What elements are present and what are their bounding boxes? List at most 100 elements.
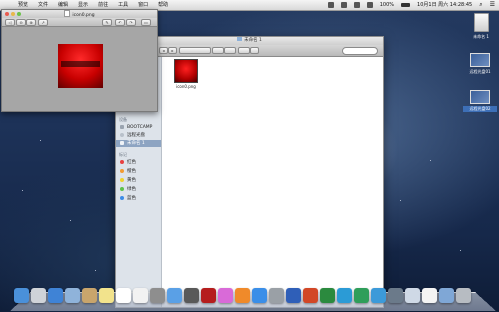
lync-icon[interactable]	[354, 288, 369, 303]
photo-booth-icon[interactable]	[150, 288, 165, 303]
finder-icon[interactable]	[14, 288, 29, 303]
document-icon[interactable]	[422, 288, 437, 303]
facetime-icon[interactable]	[184, 288, 199, 303]
desktop-screen-icon-2[interactable]: 远程光盘02	[463, 90, 497, 112]
blue-tag-icon	[120, 195, 124, 200]
desktop: 预览 文件 编辑 显示 前往 工具 窗口 帮助 100% 10月1日 周六 14…	[0, 0, 499, 312]
bluetooth-icon[interactable]	[340, 2, 347, 8]
zoom-out-button[interactable]: ⊖	[16, 19, 26, 26]
sidebar-toggle-button[interactable]: ◁	[5, 19, 15, 26]
sidebar-item-bootcamp[interactable]: BOOTCAMP	[120, 124, 152, 131]
messenger-icon[interactable]	[371, 288, 386, 303]
arrange-button[interactable]	[212, 47, 224, 54]
safari-icon[interactable]	[48, 288, 63, 303]
red-tag-icon	[120, 159, 124, 164]
itunes-icon[interactable]	[218, 288, 233, 303]
volume-icon[interactable]	[366, 2, 373, 8]
system-prefs-icon[interactable]	[269, 288, 284, 303]
rotate-left-button[interactable]: ↶	[115, 19, 125, 26]
sidebar-tag-green[interactable]: 绿色	[120, 186, 136, 193]
green-tag-icon	[120, 186, 124, 191]
minimize-button[interactable]	[11, 12, 15, 16]
sidebar-label: 红色	[127, 160, 136, 165]
zoom-button[interactable]	[17, 12, 21, 16]
word-icon[interactable]	[286, 288, 301, 303]
sidebar-tag-yellow[interactable]: 黄色	[120, 177, 136, 184]
file-name: icon0.png	[176, 84, 196, 89]
desktop-screen-label-1: 远程光盘01	[469, 69, 491, 74]
desktop-screen-label-2: 远程光盘02	[463, 106, 497, 112]
sidebar-tag-red[interactable]: 红色	[120, 159, 136, 166]
sidebar-item-remote-disc[interactable]: 远程光盘	[120, 132, 145, 139]
desktop-drive-icon[interactable]: 未命名 1	[466, 13, 496, 40]
file-thumbnail	[174, 59, 198, 83]
outlook-icon[interactable]	[337, 288, 352, 303]
tags-header: 标记	[119, 152, 127, 157]
tag-button[interactable]	[250, 47, 259, 54]
notification-center-icon[interactable]: ☰	[490, 0, 495, 10]
wifi-icon[interactable]	[353, 2, 360, 8]
preview-titlebar[interactable]: icon0.png	[2, 10, 157, 18]
yellow-tag-icon	[120, 177, 124, 182]
sidebar-item-untitled[interactable]: 未命名 1	[116, 140, 161, 147]
disc-icon	[120, 132, 124, 137]
file-item[interactable]: icon0.png	[173, 59, 199, 89]
close-button[interactable]	[5, 12, 9, 16]
star	[460, 250, 461, 251]
sidebar-tag-blue[interactable]: 蓝色	[120, 195, 136, 202]
image-banner	[61, 61, 100, 67]
star	[70, 220, 71, 221]
app-store-icon[interactable]	[252, 288, 267, 303]
spotlight-icon[interactable]: ⌕	[479, 0, 482, 10]
preview-icon[interactable]	[405, 288, 420, 303]
battery-percent[interactable]: 100%	[380, 0, 394, 10]
launchpad-icon[interactable]	[31, 288, 46, 303]
ibooks-icon[interactable]	[235, 288, 250, 303]
excel-icon[interactable]	[320, 288, 335, 303]
display-icon	[470, 53, 490, 67]
edit-button[interactable]: ✎	[102, 19, 112, 26]
share-button[interactable]: ↗	[38, 19, 48, 26]
sidebar-label: 远程光盘	[127, 133, 145, 138]
devices-header: 设备	[119, 117, 127, 122]
battery-icon[interactable]	[401, 3, 411, 7]
messages-icon[interactable]	[167, 288, 182, 303]
star	[40, 140, 41, 141]
apple-icon[interactable]	[5, 1, 11, 8]
markup-button[interactable]: ▭	[141, 19, 151, 26]
rotate-right-button[interactable]: ↷	[126, 19, 136, 26]
utility-icon[interactable]	[388, 288, 403, 303]
forward-button[interactable]: ▸	[168, 47, 177, 54]
sidebar-label: 绿色	[127, 187, 136, 192]
menu-clock[interactable]: 10月1日 周六 14:28:45	[417, 0, 472, 10]
sidebar-label: BOOTCAMP	[127, 125, 153, 130]
mail-icon[interactable]	[65, 288, 80, 303]
star	[22, 190, 23, 191]
back-button[interactable]: ◂	[159, 47, 168, 54]
sidebar-tag-orange[interactable]: 橙色	[120, 168, 136, 175]
status-area: 100% 10月1日 周六 14:28:45 ⌕ ☰	[327, 0, 495, 10]
view-mode-buttons[interactable]	[179, 47, 211, 54]
desktop-screen-icon-1[interactable]: 远程光盘01	[463, 53, 497, 75]
contacts-icon[interactable]	[82, 288, 97, 303]
zoom-in-button[interactable]: ⊕	[26, 19, 36, 26]
menu-help[interactable]: 帮助	[158, 0, 168, 10]
sidebar-label: 橙色	[127, 169, 136, 174]
search-input[interactable]	[342, 47, 378, 55]
preview-window: icon0.png ◁ ⊖ ⊕ ↗ ✎ ↶ ↷ ▭	[1, 9, 158, 112]
image-file-icon	[64, 10, 71, 17]
calendar-icon[interactable]	[116, 288, 131, 303]
sidebar-label: 蓝色	[127, 196, 136, 201]
notes-icon[interactable]	[99, 288, 114, 303]
folder-icon[interactable]	[439, 288, 454, 303]
action-button[interactable]	[224, 47, 236, 54]
drive-icon	[473, 13, 489, 32]
trash-icon[interactable]	[456, 288, 471, 303]
photobooth-red-icon[interactable]	[201, 288, 216, 303]
share-button[interactable]	[238, 47, 250, 54]
star	[400, 200, 401, 201]
reminders-icon[interactable]	[133, 288, 148, 303]
time-machine-icon[interactable]	[327, 2, 334, 8]
sidebar-label: 黄色	[127, 178, 136, 183]
powerpoint-icon[interactable]	[303, 288, 318, 303]
